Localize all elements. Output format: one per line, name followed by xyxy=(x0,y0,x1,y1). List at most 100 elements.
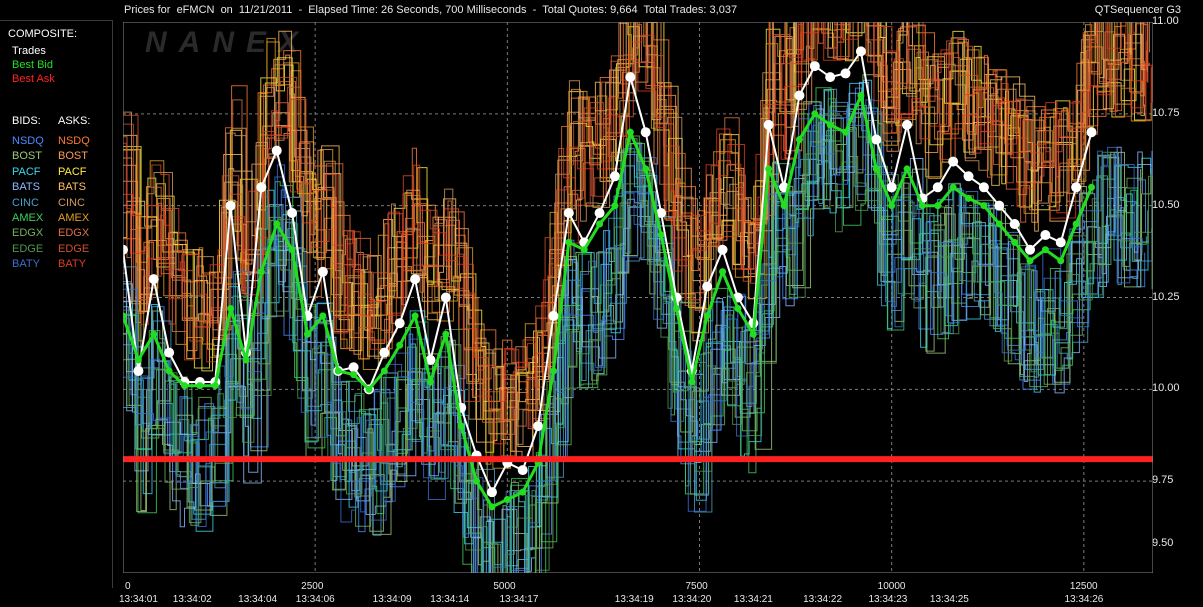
point-trades xyxy=(840,68,851,79)
point-trades xyxy=(379,347,390,358)
point-best-bid xyxy=(903,165,911,173)
point-best-bid xyxy=(703,312,711,320)
point-best-bid xyxy=(411,312,419,320)
point-best-bid xyxy=(965,194,973,202)
point-best-bid xyxy=(1072,220,1080,228)
legend-ask-edgx: EDGX xyxy=(58,227,90,240)
point-best-bid xyxy=(995,220,1003,228)
point-best-bid xyxy=(380,367,388,375)
point-best-bid xyxy=(857,91,865,99)
point-best-bid xyxy=(657,231,665,239)
point-trades xyxy=(486,487,497,498)
legend-ask-bats: BATS xyxy=(58,181,86,194)
point-trades xyxy=(394,318,405,329)
x-tick-seq: 12500 xyxy=(1069,581,1098,592)
point-best-bid xyxy=(672,305,680,313)
point-trades xyxy=(348,362,359,373)
point-trades xyxy=(1071,182,1082,193)
x-tick-seq: 2500 xyxy=(301,581,324,592)
point-trades xyxy=(133,365,144,376)
point-best-bid xyxy=(872,165,880,173)
point-trades xyxy=(640,127,651,138)
chart-title: Prices for eFMCN on 11/21/2011 - Elapsed… xyxy=(124,4,738,16)
point-trades xyxy=(763,119,774,130)
point-best-bid xyxy=(288,246,296,254)
point-best-bid xyxy=(273,220,281,228)
x-tick-time: 13:34:26 xyxy=(1064,594,1104,605)
point-trades xyxy=(594,208,605,219)
point-best-bid xyxy=(488,503,496,511)
point-trades xyxy=(855,46,866,57)
point-trades xyxy=(717,244,728,255)
point-trades xyxy=(317,266,328,277)
point-best-bid xyxy=(150,330,158,338)
point-best-bid xyxy=(519,488,527,496)
point-best-bid xyxy=(442,330,450,338)
point-trades xyxy=(533,421,544,432)
legend-bid-amex: AMEX xyxy=(12,212,44,224)
x-tick-seq: 7500 xyxy=(685,581,708,592)
point-best-bid xyxy=(842,128,850,136)
point-best-bid xyxy=(365,385,373,393)
x-tick-seq: 10000 xyxy=(877,581,906,592)
point-trades xyxy=(164,347,175,358)
x-tick-time: 13:34:01 xyxy=(119,594,158,605)
legend-item-trades: Trades xyxy=(12,45,46,57)
point-best-bid xyxy=(196,382,204,390)
point-best-bid xyxy=(688,378,696,386)
point-best-bid xyxy=(503,496,511,504)
point-best-bid xyxy=(826,121,834,129)
point-trades xyxy=(978,182,989,193)
y-tick-label: 10.75 xyxy=(1152,106,1180,119)
x-tick-time: 13:34:22 xyxy=(803,594,843,605)
price-chart: NANEX xyxy=(123,22,1153,573)
point-trades xyxy=(609,171,620,182)
point-best-bid xyxy=(580,246,588,254)
point-best-bid xyxy=(888,202,896,210)
point-best-bid xyxy=(626,128,634,136)
point-best-bid xyxy=(396,341,404,349)
point-best-bid xyxy=(918,202,926,210)
x-tick-time: 13:34:25 xyxy=(929,594,969,605)
y-tick-label: 10.50 xyxy=(1152,198,1180,211)
point-best-bid xyxy=(227,305,235,313)
point-best-bid xyxy=(211,382,219,390)
point-trades xyxy=(517,465,528,476)
legend-bid-cinc: CINC xyxy=(12,196,39,209)
y-tick-label: 9.50 xyxy=(1152,537,1174,549)
point-trades xyxy=(871,134,882,145)
point-trades xyxy=(994,200,1005,211)
point-trades xyxy=(440,292,451,303)
point-best-bid xyxy=(1011,238,1019,246)
legend-panel: COMPOSITE: Trades Best Bid Best Ask BIDS… xyxy=(0,20,113,588)
point-best-bid xyxy=(473,477,481,485)
point-best-bid xyxy=(642,165,650,173)
legend-bid-baty: BATY xyxy=(12,258,40,271)
point-trades xyxy=(825,72,836,83)
legend-bid-bost: BOST xyxy=(12,150,42,163)
y-tick-label: 10.25 xyxy=(1152,290,1180,303)
legend-ask-pacf: PACF xyxy=(58,165,87,178)
point-best-bid xyxy=(165,367,173,375)
legend-ask-cinc: CINC xyxy=(58,196,85,209)
legend-asks-title: ASKS: xyxy=(58,115,91,127)
point-best-bid xyxy=(734,305,742,313)
point-best-bid xyxy=(549,367,557,375)
point-best-bid xyxy=(934,202,942,210)
y-tick-label: 9.75 xyxy=(1152,474,1174,487)
x-tick-time: 13:34:14 xyxy=(430,594,470,605)
point-best-bid xyxy=(596,220,604,228)
x-tick-time: 13:34:02 xyxy=(172,594,212,605)
legend-bid-pacf: PACF xyxy=(12,165,41,178)
point-trades xyxy=(1055,237,1066,248)
point-trades xyxy=(256,182,267,193)
point-trades xyxy=(287,208,298,219)
point-trades xyxy=(1025,244,1036,255)
point-best-bid xyxy=(319,312,327,320)
point-best-bid xyxy=(426,378,434,386)
point-best-bid xyxy=(457,422,465,430)
title-bar: Prices for eFMCN on 11/21/2011 - Elapsed… xyxy=(0,0,1203,20)
point-trades xyxy=(625,72,636,83)
legend-bid-nsdq: NSDQ xyxy=(12,135,44,147)
point-trades xyxy=(548,310,559,321)
